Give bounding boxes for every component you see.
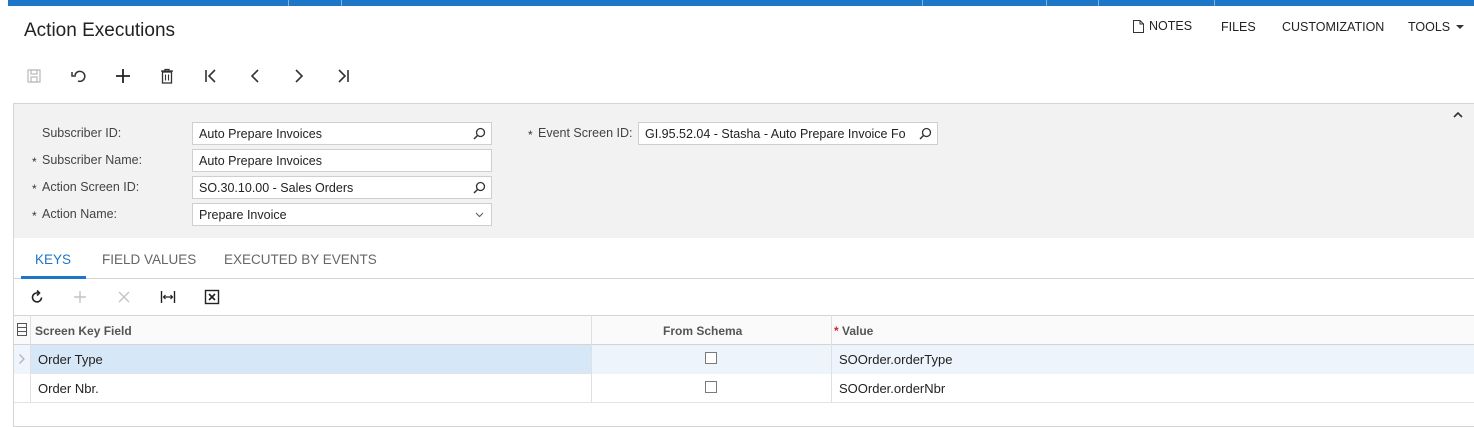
table-row[interactable]: Order Nbr. SOOrder.orderNbr — [14, 374, 1474, 403]
column-header-value[interactable]: Value — [842, 324, 873, 338]
add-button[interactable] — [112, 66, 134, 86]
cell-key-field[interactable]: Order Nbr. — [38, 381, 99, 396]
required-marker: * — [32, 182, 37, 196]
notes-label: NOTES — [1149, 19, 1193, 33]
chevron-down-icon — [475, 212, 484, 218]
tab-field-values[interactable]: FIELD VALUES — [102, 252, 196, 267]
column-settings-icon[interactable] — [17, 323, 27, 336]
row-unselected-cells — [591, 345, 1474, 374]
delete-row-icon — [118, 291, 130, 303]
next-record-icon — [295, 69, 304, 83]
tools-menu[interactable]: TOOLS — [1408, 20, 1465, 34]
event-screen-id-label: Event Screen ID: — [538, 126, 633, 140]
required-marker: * — [834, 324, 839, 338]
export-excel-button[interactable] — [203, 289, 221, 305]
cell-key-field[interactable]: Order Type — [38, 352, 103, 367]
undo-icon — [71, 70, 86, 83]
page-title: Action Executions — [24, 20, 176, 41]
active-tab-indicator — [21, 276, 86, 279]
fit-columns-button[interactable] — [159, 289, 177, 305]
required-marker: * — [32, 155, 37, 169]
collapse-icon[interactable] — [1452, 110, 1464, 120]
save-button[interactable] — [23, 66, 45, 86]
refresh-button[interactable] — [28, 289, 46, 305]
table-row[interactable]: Order Type SOOrder.orderType — [14, 345, 1474, 374]
add-row-icon — [74, 291, 86, 303]
search-icon[interactable] — [919, 127, 932, 140]
add-icon — [116, 69, 130, 83]
subscriber-name-value: Auto Prepare Invoices — [199, 154, 322, 168]
last-record-button[interactable] — [332, 66, 354, 86]
action-screen-id-value: SO.30.10.00 - Sales Orders — [199, 181, 354, 195]
next-record-button[interactable] — [288, 66, 310, 86]
search-icon[interactable] — [473, 181, 486, 194]
fit-columns-icon — [160, 291, 176, 303]
column-divider — [30, 315, 31, 403]
notes-icon — [1133, 19, 1144, 33]
from-schema-checkbox[interactable] — [705, 352, 717, 364]
cell-value[interactable]: SOOrder.orderType — [839, 352, 952, 367]
row-selector[interactable] — [14, 345, 30, 374]
required-marker: * — [528, 128, 533, 142]
action-name-select[interactable]: Prepare Invoice — [192, 203, 492, 226]
top-accent-bar — [8, 0, 1474, 6]
files-button[interactable]: FILES — [1221, 20, 1256, 34]
action-screen-id-field[interactable]: SO.30.10.00 - Sales Orders — [192, 176, 492, 199]
first-record-button[interactable] — [200, 66, 222, 86]
last-record-icon — [338, 69, 349, 83]
add-row-button[interactable] — [71, 289, 89, 305]
event-screen-id-field[interactable]: GI.95.52.04 - Stasha - Auto Prepare Invo… — [638, 122, 938, 145]
form-panel: Subscriber ID: Auto Prepare Invoices * S… — [13, 103, 1474, 427]
tab-keys[interactable]: KEYS — [35, 252, 71, 267]
export-excel-icon — [204, 289, 220, 305]
refresh-icon — [31, 289, 43, 303]
subscriber-id-label: Subscriber ID: — [42, 126, 122, 140]
search-icon[interactable] — [473, 127, 486, 140]
tools-label: TOOLS — [1408, 20, 1451, 34]
chevron-down-icon — [1456, 25, 1465, 29]
delete-row-button[interactable] — [115, 289, 133, 305]
undo-button[interactable] — [68, 66, 90, 86]
delete-button[interactable] — [156, 66, 178, 86]
column-header-screen-key-field[interactable]: Screen Key Field — [35, 324, 132, 338]
delete-icon — [161, 68, 173, 84]
required-marker: * — [32, 209, 37, 223]
action-screen-id-label: Action Screen ID: — [42, 180, 140, 194]
action-name-value: Prepare Invoice — [199, 208, 287, 222]
event-screen-id-value: GI.95.52.04 - Stasha - Auto Prepare Invo… — [645, 127, 906, 141]
grid-header: Screen Key Field From Schema * Value — [14, 315, 1474, 345]
tab-executed-by-events[interactable]: EXECUTED BY EVENTS — [224, 252, 377, 267]
subscriber-id-value: Auto Prepare Invoices — [199, 127, 322, 141]
tabs-divider — [14, 278, 1474, 279]
customization-button[interactable]: CUSTOMIZATION — [1282, 20, 1384, 34]
column-divider — [591, 315, 592, 403]
save-icon — [27, 69, 41, 83]
subscriber-id-field[interactable]: Auto Prepare Invoices — [192, 122, 492, 145]
previous-record-icon — [250, 69, 259, 83]
cell-value[interactable]: SOOrder.orderNbr — [839, 381, 945, 396]
notes-button[interactable]: NOTES — [1133, 19, 1192, 33]
column-divider — [831, 315, 832, 403]
subscriber-name-field[interactable]: Auto Prepare Invoices — [192, 149, 492, 172]
action-name-label: Action Name: — [42, 207, 118, 221]
previous-record-button[interactable] — [244, 66, 266, 86]
column-header-from-schema[interactable]: From Schema — [663, 324, 742, 338]
subscriber-name-label: Subscriber Name: — [42, 153, 143, 167]
from-schema-checkbox[interactable] — [705, 381, 717, 393]
first-record-icon — [205, 69, 216, 83]
